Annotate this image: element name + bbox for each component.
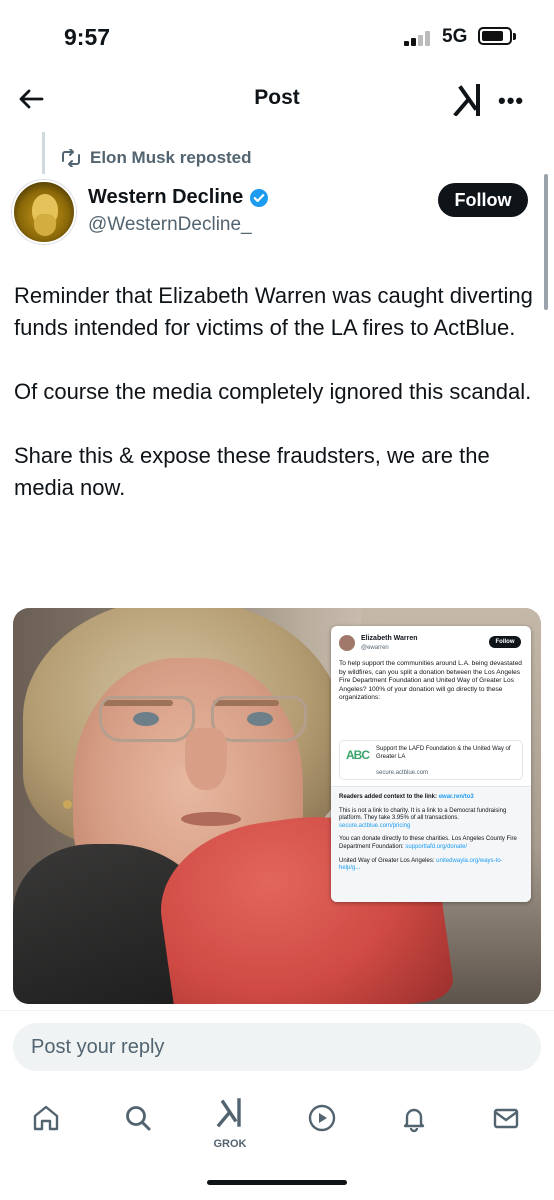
author-name: Western Decline: [88, 186, 244, 208]
thread-line: [42, 132, 45, 174]
author-handle[interactable]: @WesternDecline_: [88, 214, 252, 236]
inset-link-card: ABC Support the LAFD Foundation & the Un…: [339, 740, 523, 780]
inset-avatar: [339, 635, 355, 651]
inset-body-text: To help support the communities around L…: [339, 660, 522, 702]
inset-note: You can donate directly to these chariti…: [339, 836, 517, 850]
inset-community-notes: Readers added context to the link: ewar.…: [331, 786, 531, 902]
grok-icon: [216, 1098, 241, 1128]
post-paragraph: Share this & expose these fraudsters, we…: [14, 443, 490, 500]
grok-icon[interactable]: [452, 84, 486, 117]
inset-author-name: Elizabeth Warren: [361, 635, 418, 642]
author-name-row[interactable]: Western Decline: [88, 186, 269, 209]
search-icon: [126, 1106, 151, 1131]
home-indicator: [207, 1180, 347, 1185]
play-icon: [308, 1104, 336, 1132]
embedded-tweet-screenshot: Elizabeth Warren @ewarren Follow To help…: [331, 626, 531, 902]
follow-button[interactable]: Follow: [438, 183, 528, 217]
battery-icon: [478, 27, 512, 45]
inset-follow-button: Follow: [489, 636, 521, 648]
post-paragraph: Reminder that Elizabeth Warren was caugh…: [14, 283, 533, 340]
tab-messages[interactable]: [486, 1098, 526, 1138]
inset-note: United Way of Greater Los Angeles: unite…: [339, 857, 503, 872]
verified-badge-icon: [250, 188, 269, 207]
tab-search[interactable]: [118, 1098, 158, 1138]
home-icon: [33, 1105, 59, 1131]
repost-context[interactable]: Elon Musk reposted: [60, 146, 252, 170]
battery-tip: [513, 33, 516, 40]
inset-card-title: Support the LAFD Foundation & the United…: [376, 746, 511, 760]
status-bar: 9:57 5G: [0, 0, 554, 74]
repost-icon: [62, 149, 80, 167]
mail-icon: [493, 1108, 519, 1129]
bell-icon: [403, 1108, 425, 1133]
network-type: 5G: [442, 26, 468, 47]
status-time: 9:57: [64, 24, 111, 50]
tab-home[interactable]: [26, 1098, 66, 1138]
post-paragraph: Of course the media completely ignored t…: [14, 379, 532, 404]
avatar[interactable]: [12, 180, 76, 244]
tab-video[interactable]: [302, 1098, 342, 1138]
inset-author-handle: @ewarren: [361, 645, 389, 651]
bottom-tab-bar: GROK: [0, 1090, 554, 1150]
post-header: Post •••: [0, 74, 554, 124]
reply-input[interactable]: Post your reply: [13, 1023, 541, 1071]
post-image[interactable]: Elizabeth Warren @ewarren Follow To help…: [13, 608, 541, 1004]
reply-placeholder: Post your reply: [31, 1035, 165, 1058]
repost-label: Elon Musk reposted: [90, 148, 252, 167]
more-options-icon[interactable]: •••: [498, 88, 524, 114]
tab-grok[interactable]: GROK: [210, 1098, 250, 1150]
divider: [0, 1010, 554, 1011]
tab-grok-label: GROK: [213, 1138, 247, 1150]
inset-notes-title: Readers added context to the link: ewar.…: [339, 794, 474, 800]
inset-card-url: secure.actblue.com: [376, 770, 429, 776]
post-text: Reminder that Elizabeth Warren was caugh…: [14, 280, 544, 536]
scrollbar[interactable]: [544, 174, 548, 310]
tab-notifications[interactable]: [394, 1098, 434, 1138]
inset-note: This is not a link to charity. It is a l…: [339, 807, 507, 829]
inset-card-logo: ABC: [346, 748, 370, 762]
signal-icon: [404, 30, 434, 46]
